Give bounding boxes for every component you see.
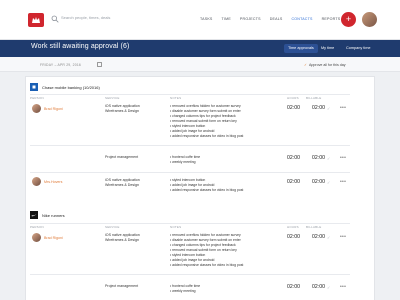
person-avatar bbox=[32, 104, 41, 113]
note-line: • added responsive classes for video in … bbox=[170, 263, 244, 267]
column-header-billable: BILLABLE bbox=[306, 96, 322, 100]
chase-logo-icon bbox=[30, 83, 38, 91]
user-avatar[interactable] bbox=[362, 12, 377, 27]
note-line: • weekly meeting bbox=[170, 289, 196, 293]
entry-service: iOS native application Wireframes & Desi… bbox=[105, 233, 140, 243]
approve-all-button[interactable]: ✓ Approve all for this day bbox=[304, 63, 346, 67]
column-header-hours: HOURS bbox=[287, 225, 299, 229]
person-name[interactable]: Brad Rigoni bbox=[44, 236, 63, 240]
more-options-icon[interactable]: ••• bbox=[340, 179, 346, 185]
client-name: Chase mobile banking (10/2016) bbox=[42, 85, 100, 90]
service-line: Project management bbox=[105, 155, 139, 159]
note-line: • added responsive classes for video in … bbox=[170, 134, 244, 138]
page-title: Work still awaiting approval (6) bbox=[31, 43, 130, 50]
divider bbox=[30, 223, 350, 224]
date-bar: FRIDAY – APR 29, 2016 ✓ Approve all for t… bbox=[0, 57, 400, 72]
search-icon bbox=[51, 15, 59, 23]
nav-link-tasks[interactable]: TASKS bbox=[200, 17, 213, 21]
page-header: Work still awaiting approval (6) Time ap… bbox=[0, 40, 400, 57]
nav-link-reports[interactable]: REPORTS bbox=[322, 17, 341, 21]
person-avatar bbox=[32, 233, 41, 242]
column-header-billable: BILLABLE bbox=[306, 225, 322, 229]
service-line: Wireframes & Design bbox=[105, 183, 139, 187]
entry-billable[interactable]: 02:00 bbox=[312, 234, 325, 240]
service-line: Project management bbox=[105, 284, 139, 288]
approve-check-icon[interactable]: ✓ bbox=[327, 106, 330, 111]
entry-notes: • removed overflow hidden for customer s… bbox=[170, 104, 243, 139]
entry-hours: 02:00 bbox=[287, 234, 300, 240]
approve-check-icon[interactable]: ✓ bbox=[327, 156, 330, 161]
column-header-person: PERSON bbox=[30, 225, 44, 229]
divider bbox=[30, 172, 350, 173]
column-header-notes: NOTES bbox=[170, 225, 182, 229]
toggle-time-approvals[interactable]: Time approvals bbox=[284, 44, 318, 53]
approve-all-label: Approve all for this day bbox=[309, 63, 346, 67]
entry-billable[interactable]: 02:00 bbox=[312, 179, 325, 185]
entry-notes: • frontend coffe time • weekly meeting bbox=[170, 284, 200, 294]
toggle-my-time[interactable]: My time bbox=[317, 44, 338, 53]
entry-service: iOS native application Wireframes & Desi… bbox=[105, 104, 140, 114]
calendar-icon[interactable] bbox=[97, 62, 102, 67]
nav-link-time[interactable]: TIME bbox=[222, 17, 231, 21]
column-header-service: SERVICE bbox=[105, 225, 120, 229]
entry-hours: 02:00 bbox=[287, 155, 300, 161]
service-line: Wireframes & Design bbox=[105, 238, 139, 242]
approve-all-check-icon: ✓ bbox=[304, 63, 308, 67]
entry-notes: • frontend coffe time • weekly meeting bbox=[170, 155, 200, 165]
entry-service: Project management bbox=[105, 155, 138, 160]
entry-hours: 02:00 bbox=[287, 105, 300, 111]
entry-billable[interactable]: 02:00 bbox=[312, 155, 325, 161]
nav-link-projects[interactable]: PROJECTS bbox=[240, 17, 261, 21]
column-header-service: SERVICE bbox=[105, 96, 120, 100]
top-navigation: Search people, times, deals TASKS TIME P… bbox=[0, 0, 400, 40]
approve-check-icon[interactable]: ✓ bbox=[327, 180, 330, 185]
nav-link-contacts[interactable]: CONTACTS bbox=[292, 17, 313, 21]
entry-billable[interactable]: 02:00 bbox=[312, 284, 325, 290]
client-name: Nike runners bbox=[42, 213, 65, 218]
entry-notes: • removed overflow hidden for customer s… bbox=[170, 233, 243, 268]
approve-check-icon[interactable]: ✓ bbox=[327, 285, 330, 290]
approve-check-icon[interactable]: ✓ bbox=[327, 235, 330, 240]
person-avatar bbox=[32, 177, 41, 186]
entry-hours: 02:00 bbox=[287, 179, 300, 185]
note-line: • added responsive classes for video in … bbox=[170, 188, 244, 192]
divider bbox=[30, 274, 350, 275]
divider bbox=[30, 94, 350, 95]
person-name[interactable]: Mrs.Hovers bbox=[44, 180, 62, 184]
toggle-company-time[interactable]: Company time bbox=[342, 44, 374, 53]
more-options-icon[interactable]: ••• bbox=[340, 105, 346, 111]
add-button[interactable]: + bbox=[341, 12, 356, 27]
column-header-hours: HOURS bbox=[287, 96, 299, 100]
column-header-person: PERSON bbox=[30, 96, 44, 100]
more-options-icon[interactable]: ••• bbox=[340, 155, 346, 161]
date-label: FRIDAY – APR 29, 2016 bbox=[40, 63, 82, 67]
nike-logo-icon bbox=[30, 211, 38, 219]
person-name[interactable]: Brad Rigoni bbox=[44, 107, 63, 111]
entry-service: iOS native application Wireframes & Desi… bbox=[105, 178, 140, 188]
app-logo[interactable] bbox=[28, 13, 44, 27]
entry-hours: 02:00 bbox=[287, 284, 300, 290]
entry-billable[interactable]: 02:00 bbox=[312, 105, 325, 111]
nav-link-deals[interactable]: DEALS bbox=[270, 17, 283, 21]
divider bbox=[30, 145, 350, 146]
column-header-notes: NOTES bbox=[170, 96, 182, 100]
main-nav-links: TASKS TIME PROJECTS DEALS CONTACTS REPOR… bbox=[200, 17, 340, 21]
more-options-icon[interactable]: ••• bbox=[340, 234, 346, 240]
search-input[interactable]: Search people, times, deals bbox=[61, 15, 110, 20]
entry-service: Project management bbox=[105, 284, 138, 289]
service-line: Wireframes & Design bbox=[105, 109, 139, 113]
more-options-icon[interactable]: ••• bbox=[340, 284, 346, 290]
note-line: • weekly meeting bbox=[170, 160, 196, 164]
entry-notes: • styled intercom button • added job ima… bbox=[170, 178, 243, 193]
